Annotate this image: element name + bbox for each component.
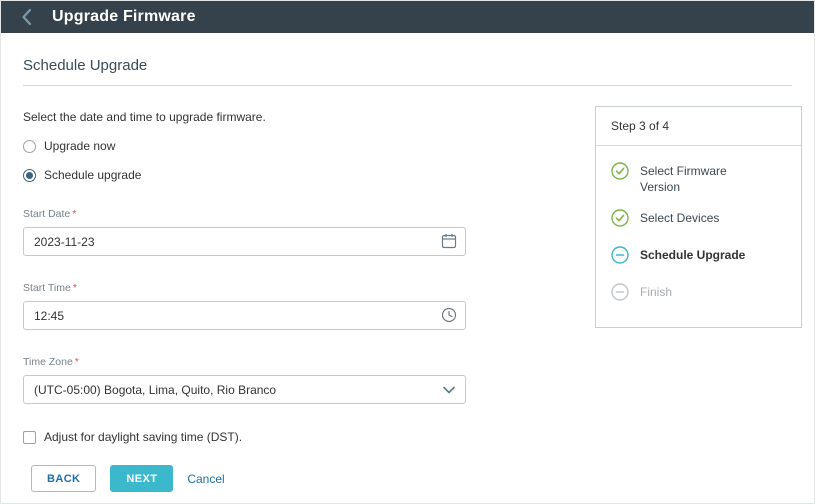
required-asterisk: * [75,356,79,368]
wizard-step-list: Select Firmware Version Select Devices S… [596,146,801,327]
start-date-field-wrap [23,227,466,256]
step-label: Select Firmware Version [640,163,758,195]
start-date-input[interactable] [23,227,466,256]
wizard-step-panel: Step 3 of 4 Select Firmware Version Sele… [595,106,802,328]
time-zone-select[interactable]: (UTC-05:00) Bogota, Lima, Quito, Rio Bra… [23,375,466,404]
step-schedule-upgrade: Schedule Upgrade [611,247,786,269]
form-instruction: Select the date and time to upgrade firm… [23,110,466,124]
clock-icon[interactable] [441,307,457,328]
back-button[interactable]: BACK [31,465,96,492]
next-button[interactable]: NEXT [110,465,173,492]
step-finish: Finish [611,284,786,306]
pending-step-circle-icon [611,283,629,306]
time-zone-label: Time Zone* [23,356,466,368]
upgrade-firmware-page: { "header": { "title": "Upgrade Firmware… [0,0,815,504]
current-step-circle-icon [611,246,629,269]
checkbox-unchecked-icon[interactable] [23,431,36,444]
page-title: Upgrade Firmware [52,8,196,26]
dst-checkbox-row[interactable]: Adjust for daylight saving time (DST). [23,430,466,444]
required-asterisk: * [72,208,76,220]
step-label: Select Devices [640,210,719,226]
section-title: Schedule Upgrade [23,57,792,86]
chevron-down-icon [443,383,455,397]
footer-actions: BACK NEXT Cancel [31,465,225,492]
start-date-label: Start Date* [23,208,466,220]
radio-schedule-upgrade-label: Schedule upgrade [44,168,141,182]
top-header-bar: Upgrade Firmware [1,1,814,33]
step-label: Schedule Upgrade [640,247,745,263]
schedule-form: Select the date and time to upgrade firm… [23,110,466,444]
dst-checkbox-label: Adjust for daylight saving time (DST). [44,430,242,444]
radio-unselected-icon[interactable] [23,140,36,153]
radio-upgrade-now-label: Upgrade now [44,139,115,153]
step-select-devices: Select Devices [611,210,786,232]
time-zone-value: (UTC-05:00) Bogota, Lima, Quito, Rio Bra… [34,383,276,397]
step-label: Finish [640,284,672,300]
radio-schedule-upgrade[interactable]: Schedule upgrade [23,168,466,182]
start-time-field-wrap [23,301,466,330]
check-circle-icon [611,209,629,232]
wizard-step-counter: Step 3 of 4 [596,107,801,145]
radio-selected-icon[interactable] [23,169,36,182]
back-chevron-icon[interactable] [15,8,38,26]
step-select-firmware-version: Select Firmware Version [611,163,786,195]
start-time-input[interactable] [23,301,466,330]
radio-upgrade-now[interactable]: Upgrade now [23,139,466,153]
required-asterisk: * [73,282,77,294]
start-time-label: Start Time* [23,282,466,294]
cancel-link[interactable]: Cancel [187,472,224,486]
calendar-icon[interactable] [441,233,457,254]
check-circle-icon [611,162,629,185]
